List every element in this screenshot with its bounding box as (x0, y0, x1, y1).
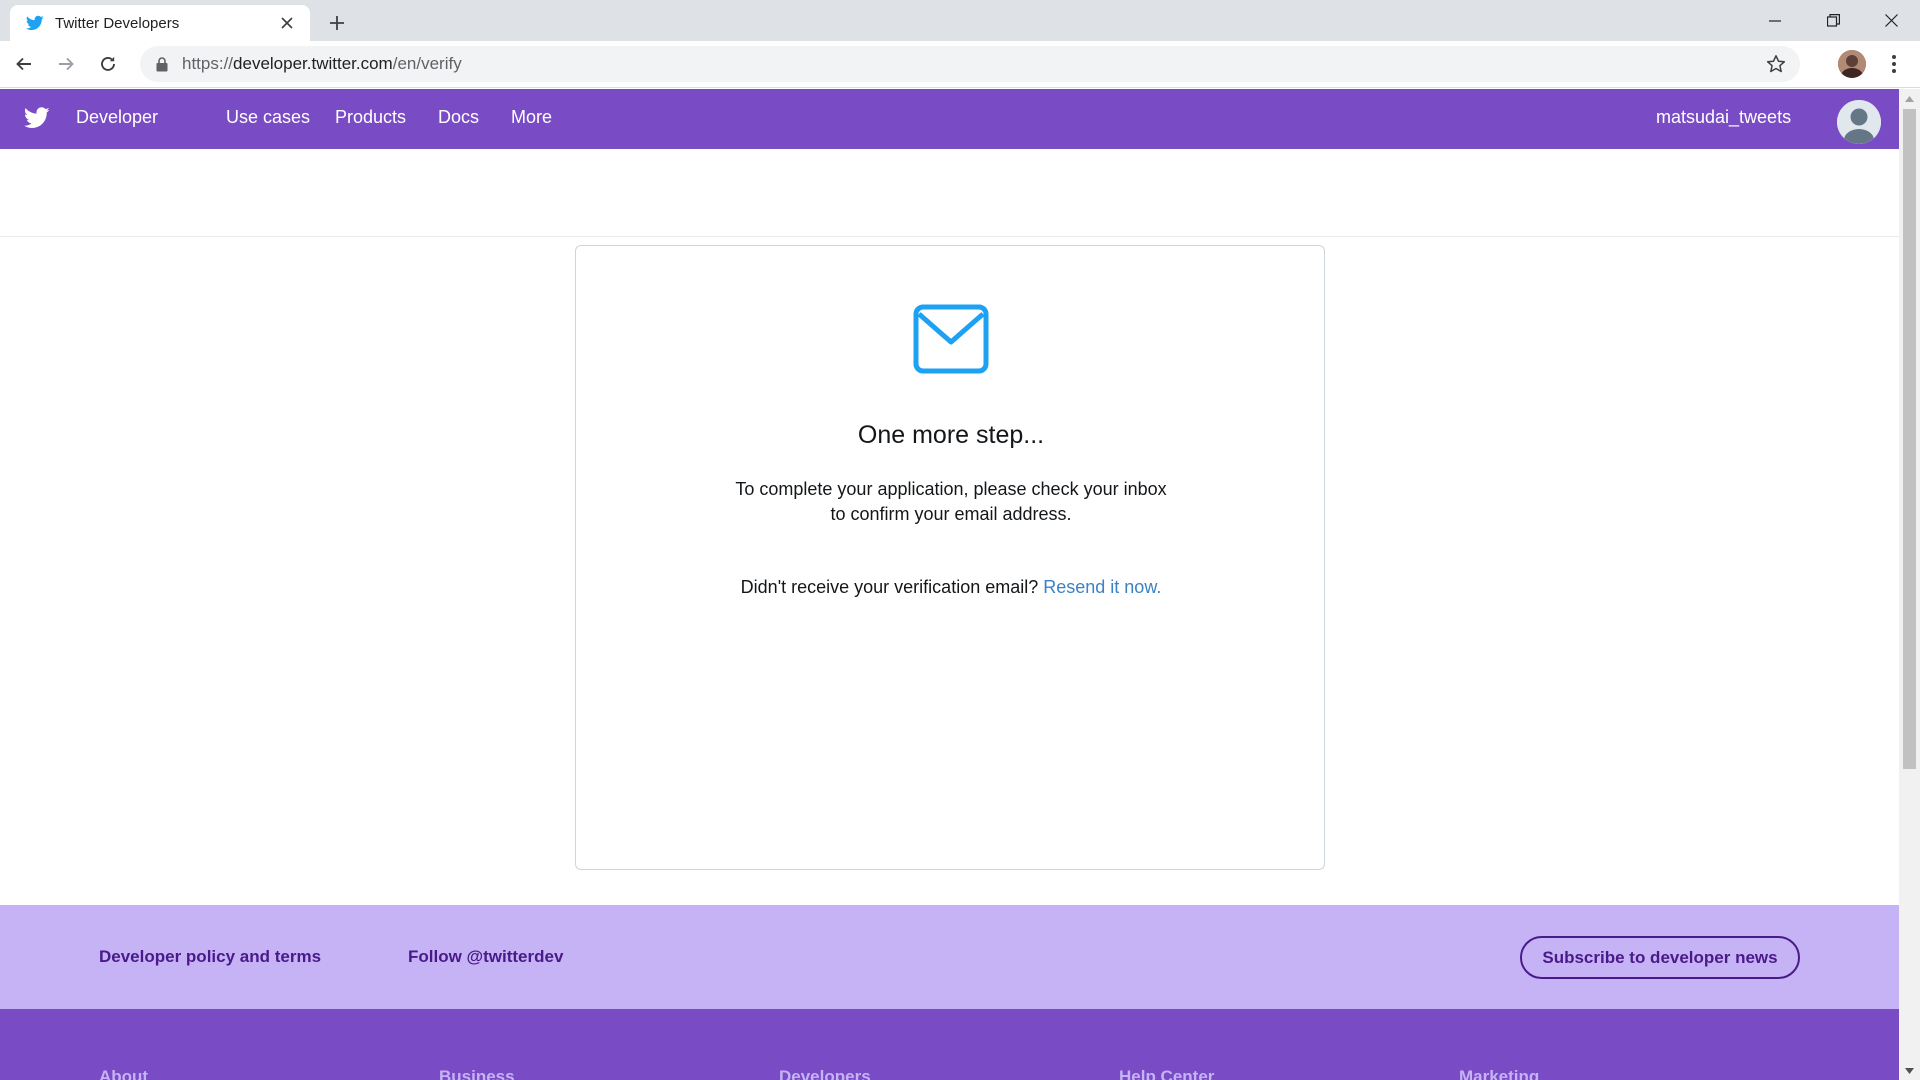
reload-icon[interactable] (90, 46, 126, 82)
nav-link-more[interactable]: More (511, 107, 552, 128)
nav-link-use-cases[interactable]: Use cases (226, 107, 310, 128)
twitter-bird-icon (26, 14, 44, 32)
close-window-icon[interactable] (1862, 0, 1920, 41)
page-scrollbar[interactable] (1899, 89, 1920, 1080)
subheader-area (0, 149, 1899, 237)
nav-brand-developer[interactable]: Developer (76, 107, 158, 128)
scroll-down-arrow-icon[interactable] (1904, 1065, 1915, 1076)
follow-twitterdev-link[interactable]: Follow @twitterdev (408, 947, 563, 967)
window-controls (1746, 0, 1920, 41)
restore-icon[interactable] (1804, 0, 1862, 41)
browser-tabstrip: Twitter Developers (0, 0, 1920, 41)
browser-menu-icon[interactable] (1880, 50, 1908, 78)
browser-tab[interactable]: Twitter Developers (10, 5, 310, 41)
scroll-up-arrow-icon[interactable] (1904, 93, 1915, 104)
footer-col-help-center[interactable]: Help Center (1119, 1067, 1214, 1080)
card-instructions: To complete your application, please che… (735, 479, 1167, 524)
nav-username[interactable]: matsudai_tweets (1656, 107, 1791, 128)
new-tab-icon[interactable] (322, 8, 352, 38)
close-tab-icon[interactable] (276, 12, 298, 34)
nav-link-products[interactable]: Products (335, 107, 406, 128)
resend-row: Didn't receive your verification email? … (576, 577, 1326, 598)
resend-prompt: Didn't receive your verification email? (740, 577, 1044, 597)
developer-policy-link[interactable]: Developer policy and terms (99, 947, 321, 967)
resend-link[interactable]: Resend it now. (1043, 577, 1161, 597)
footer-columns: About Business Developers Help Center Ma… (0, 1009, 1899, 1080)
footer-col-about[interactable]: About (99, 1067, 148, 1080)
address-bar[interactable]: https://developer.twitter.com/en/verify (140, 46, 1800, 82)
user-avatar-icon[interactable] (1837, 100, 1881, 144)
back-icon[interactable] (6, 46, 42, 82)
bookmark-star-icon[interactable] (1764, 52, 1788, 76)
browser-toolbar: https://developer.twitter.com/en/verify (0, 41, 1920, 88)
site-header: Developer Use cases Products Docs More m… (0, 89, 1899, 149)
footer-col-business[interactable]: Business (439, 1067, 515, 1080)
envelope-icon (913, 304, 989, 374)
forward-icon[interactable] (48, 46, 84, 82)
nav-link-docs[interactable]: Docs (438, 107, 479, 128)
card-title: One more step... (857, 421, 1045, 449)
page-viewport: Developer Use cases Products Docs More m… (0, 89, 1899, 1080)
profile-avatar-icon[interactable] (1838, 50, 1866, 78)
minimize-icon[interactable] (1746, 0, 1804, 41)
twitter-logo-icon[interactable] (23, 107, 50, 131)
url-text: https://developer.twitter.com/en/verify (182, 54, 462, 73)
tab-title: Twitter Developers (55, 14, 180, 32)
scrollbar-thumb[interactable] (1903, 109, 1916, 769)
lock-icon[interactable] (152, 54, 172, 74)
footer-col-developers[interactable]: Developers (779, 1067, 871, 1080)
subscribe-button[interactable]: Subscribe to developer news (1520, 936, 1800, 979)
footer-col-marketing[interactable]: Marketing (1459, 1067, 1539, 1080)
footer-links-bar: Developer policy and terms Follow @twitt… (0, 905, 1899, 1009)
verify-card: One more step... To complete your applic… (575, 245, 1325, 870)
